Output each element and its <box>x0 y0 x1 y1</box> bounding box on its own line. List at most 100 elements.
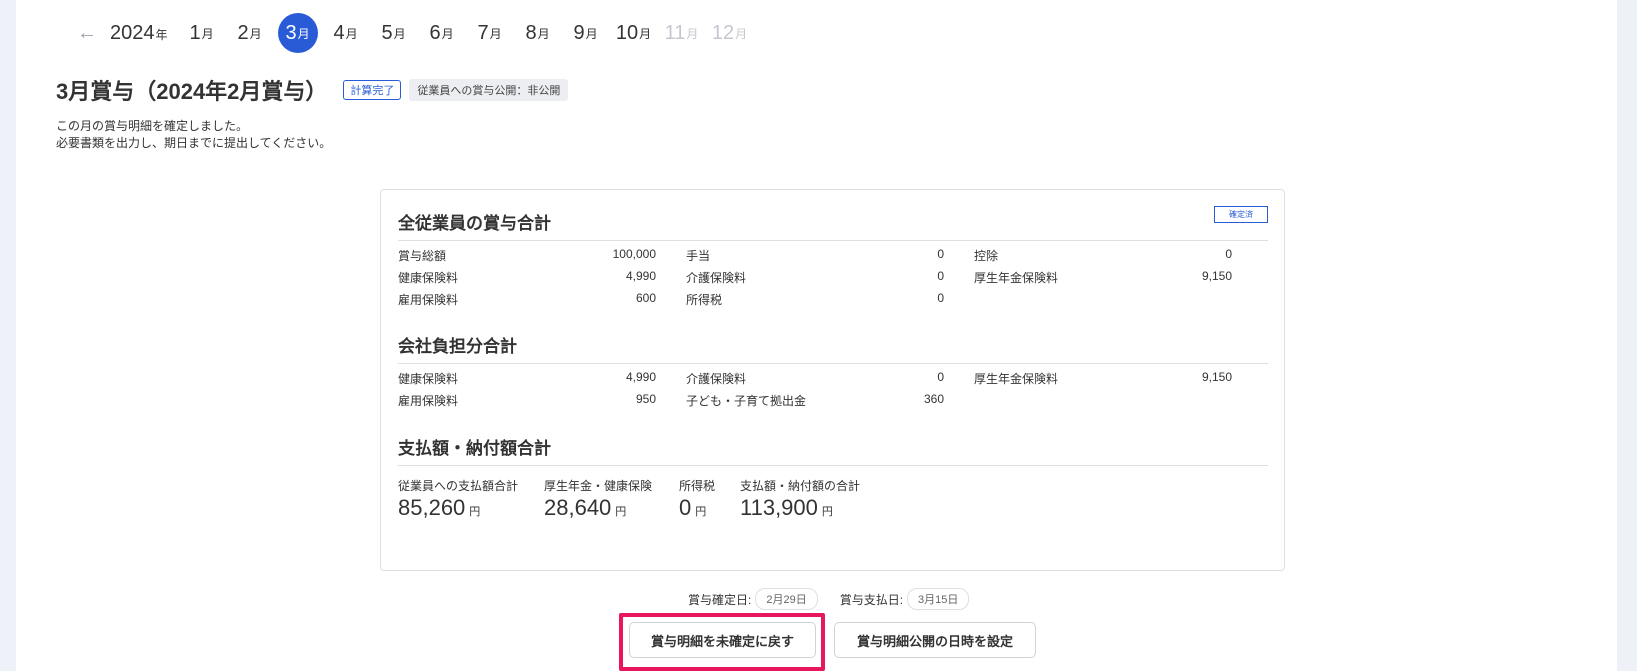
item-value: 600 <box>635 291 656 305</box>
summary-item: 健康保険料 4,990 <box>398 370 656 387</box>
item-label: 雇用保険料 <box>398 394 459 408</box>
section-title-company-burden: 会社負担分合計 <box>398 337 517 356</box>
summary-item: 雇用保険料 600 <box>398 291 656 308</box>
pay-date-value: 3月15日 <box>907 588 970 610</box>
item-value: 9,150 <box>1201 269 1232 283</box>
month-suffix: 月 <box>297 26 310 41</box>
back-arrow-icon[interactable]: ← <box>72 18 102 48</box>
section-title-payment-total: 支払額・納付額合計 <box>398 439 551 458</box>
summary-item: 所得税 0 <box>686 291 944 308</box>
month-suffix: 月 <box>345 26 358 41</box>
month-suffix: 月 <box>639 26 652 41</box>
summary-item: 控除 0 <box>974 247 1232 264</box>
schedule-publish-button[interactable]: 賞与明細公開の日時を設定 <box>834 622 1036 658</box>
total-value: 113,900 円 <box>740 495 833 521</box>
summary-item: 厚生年金保険料 9,150 <box>974 269 1232 286</box>
summary-item: 手当 0 <box>686 247 944 264</box>
currency-unit: 円 <box>615 506 627 518</box>
summary-item: 健康保険料 4,990 <box>398 269 656 286</box>
year-label: 2024年 <box>110 22 168 45</box>
month-suffix: 月 <box>585 26 598 41</box>
month-suffix: 月 <box>249 26 262 41</box>
item-value: 360 <box>923 392 944 406</box>
description-line-1: この月の賞与明細を確定しました。 <box>56 119 249 133</box>
currency-unit: 円 <box>821 506 833 518</box>
page: ← 2024年 1 月 2 月 3 月 4 月 5 月 6 月 7 月 8 月 9 月 10 月 11 月 12 月 3月賞与… <box>16 0 1617 671</box>
month-navigation: ← 2024年 1 月 2 月 3 月 4 月 5 月 6 月 7 月 8 月 9 月 10 月 11 月 12 月 <box>72 13 758 53</box>
total-amount: 28,640 <box>544 495 612 520</box>
item-label: 介護保険料 <box>686 271 747 285</box>
summary-item: 雇用保険料 950 <box>398 392 656 409</box>
month-tab-3[interactable]: 3月 <box>277 13 318 53</box>
month-suffix: 月 <box>537 26 550 41</box>
item-label: 子ども・子育て拠出金 <box>686 394 807 408</box>
item-label: 厚生年金保険料 <box>974 372 1059 386</box>
total-value: 0円 <box>679 495 706 521</box>
month-number: 11 <box>664 21 686 44</box>
currency-unit: 円 <box>695 506 707 518</box>
item-label: 健康保険料 <box>398 372 459 386</box>
currency-unit: 円 <box>469 506 481 518</box>
scrollbar[interactable] <box>1617 0 1637 671</box>
item-label: 健康保険料 <box>398 271 459 285</box>
month-number: 2 <box>237 21 249 44</box>
month-tab-4[interactable]: 4月 <box>326 13 366 53</box>
item-value: 0 <box>937 291 944 305</box>
month-suffix: 月 <box>393 26 406 41</box>
month-tab-6[interactable]: 6月 <box>422 13 462 53</box>
month-tab-10[interactable]: 10 月 <box>614 13 654 53</box>
item-label: 介護保険料 <box>686 372 747 386</box>
section-divider <box>398 363 1268 364</box>
month-tab-9[interactable]: 9月 <box>566 13 606 53</box>
month-number: 8 <box>525 21 537 44</box>
status-badge: 計算完了 <box>343 80 402 100</box>
month-number: 1 <box>189 21 201 44</box>
publish-status-badge: 従業員への賞与公開：非公開 <box>409 79 569 101</box>
total-value: 28,640 円 <box>544 495 626 521</box>
month-tab-5[interactable]: 5月 <box>374 13 414 53</box>
month-suffix: 月 <box>441 26 454 41</box>
month-tab-7[interactable]: 7月 <box>470 13 510 53</box>
item-value: 0 <box>937 269 944 283</box>
month-suffix: 月 <box>686 26 699 41</box>
year-suffix: 年 <box>155 27 168 42</box>
item-label: 雇用保険料 <box>398 293 459 307</box>
month-number: 12 <box>711 21 735 44</box>
month-suffix: 月 <box>735 26 748 41</box>
month-number: 4 <box>333 21 345 44</box>
unconfirm-button[interactable]: 賞与明細を未確定に戻す <box>629 622 816 658</box>
total-label: 厚生年金・健康保険 <box>544 479 653 493</box>
month-tab-2[interactable]: 2月 <box>230 13 270 53</box>
item-value: 0 <box>937 247 944 261</box>
summary-item: 子ども・子育て拠出金 360 <box>686 392 944 409</box>
month-number: 6 <box>429 21 441 44</box>
year-value: 2024 <box>110 21 155 44</box>
item-value: 0 <box>1225 247 1232 261</box>
title-row: 3月賞与（2024年2月賞与） 計算完了 従業員への賞与公開：非公開 <box>56 74 569 106</box>
item-value: 100,000 <box>612 247 656 261</box>
summary-item: 賞与総額 100,000 <box>398 247 656 264</box>
page-title: 3月賞与（2024年2月賞与） <box>56 79 328 104</box>
description: この月の賞与明細を確定しました。 必要書類を出力し、期日までに提出してください。 <box>56 118 331 152</box>
item-label: 手当 <box>686 249 711 263</box>
month-suffix: 月 <box>489 26 502 41</box>
item-label: 控除 <box>974 249 999 263</box>
summary-item: 介護保険料 0 <box>686 370 944 387</box>
month-tab-11: 11 月 <box>662 13 702 53</box>
section-title-employee-bonus: 全従業員の賞与合計 <box>398 214 551 233</box>
summary-item: 介護保険料 0 <box>686 269 944 286</box>
confirm-date-value: 2月29日 <box>755 588 818 610</box>
item-value: 4,990 <box>625 370 656 384</box>
total-amount: 0 <box>679 495 692 520</box>
month-tab-12: 12 月 <box>710 13 750 53</box>
total-value: 85,260 円 <box>398 495 480 521</box>
month-suffix: 月 <box>201 26 214 41</box>
month-tab-1[interactable]: 1月 <box>182 13 222 53</box>
month-tab-8[interactable]: 8月 <box>518 13 558 53</box>
item-value: 9,150 <box>1201 370 1232 384</box>
item-label: 賞与総額 <box>398 249 447 263</box>
bonus-summary-card: 確定済 全従業員の賞与合計 賞与総額 100,000 手当 0 控除 0 健康保険料 4,99… <box>380 189 1285 571</box>
item-label: 厚生年金保険料 <box>974 271 1059 285</box>
pay-date-label: 賞与支払日: <box>839 592 904 607</box>
month-number: 3 <box>285 21 297 44</box>
